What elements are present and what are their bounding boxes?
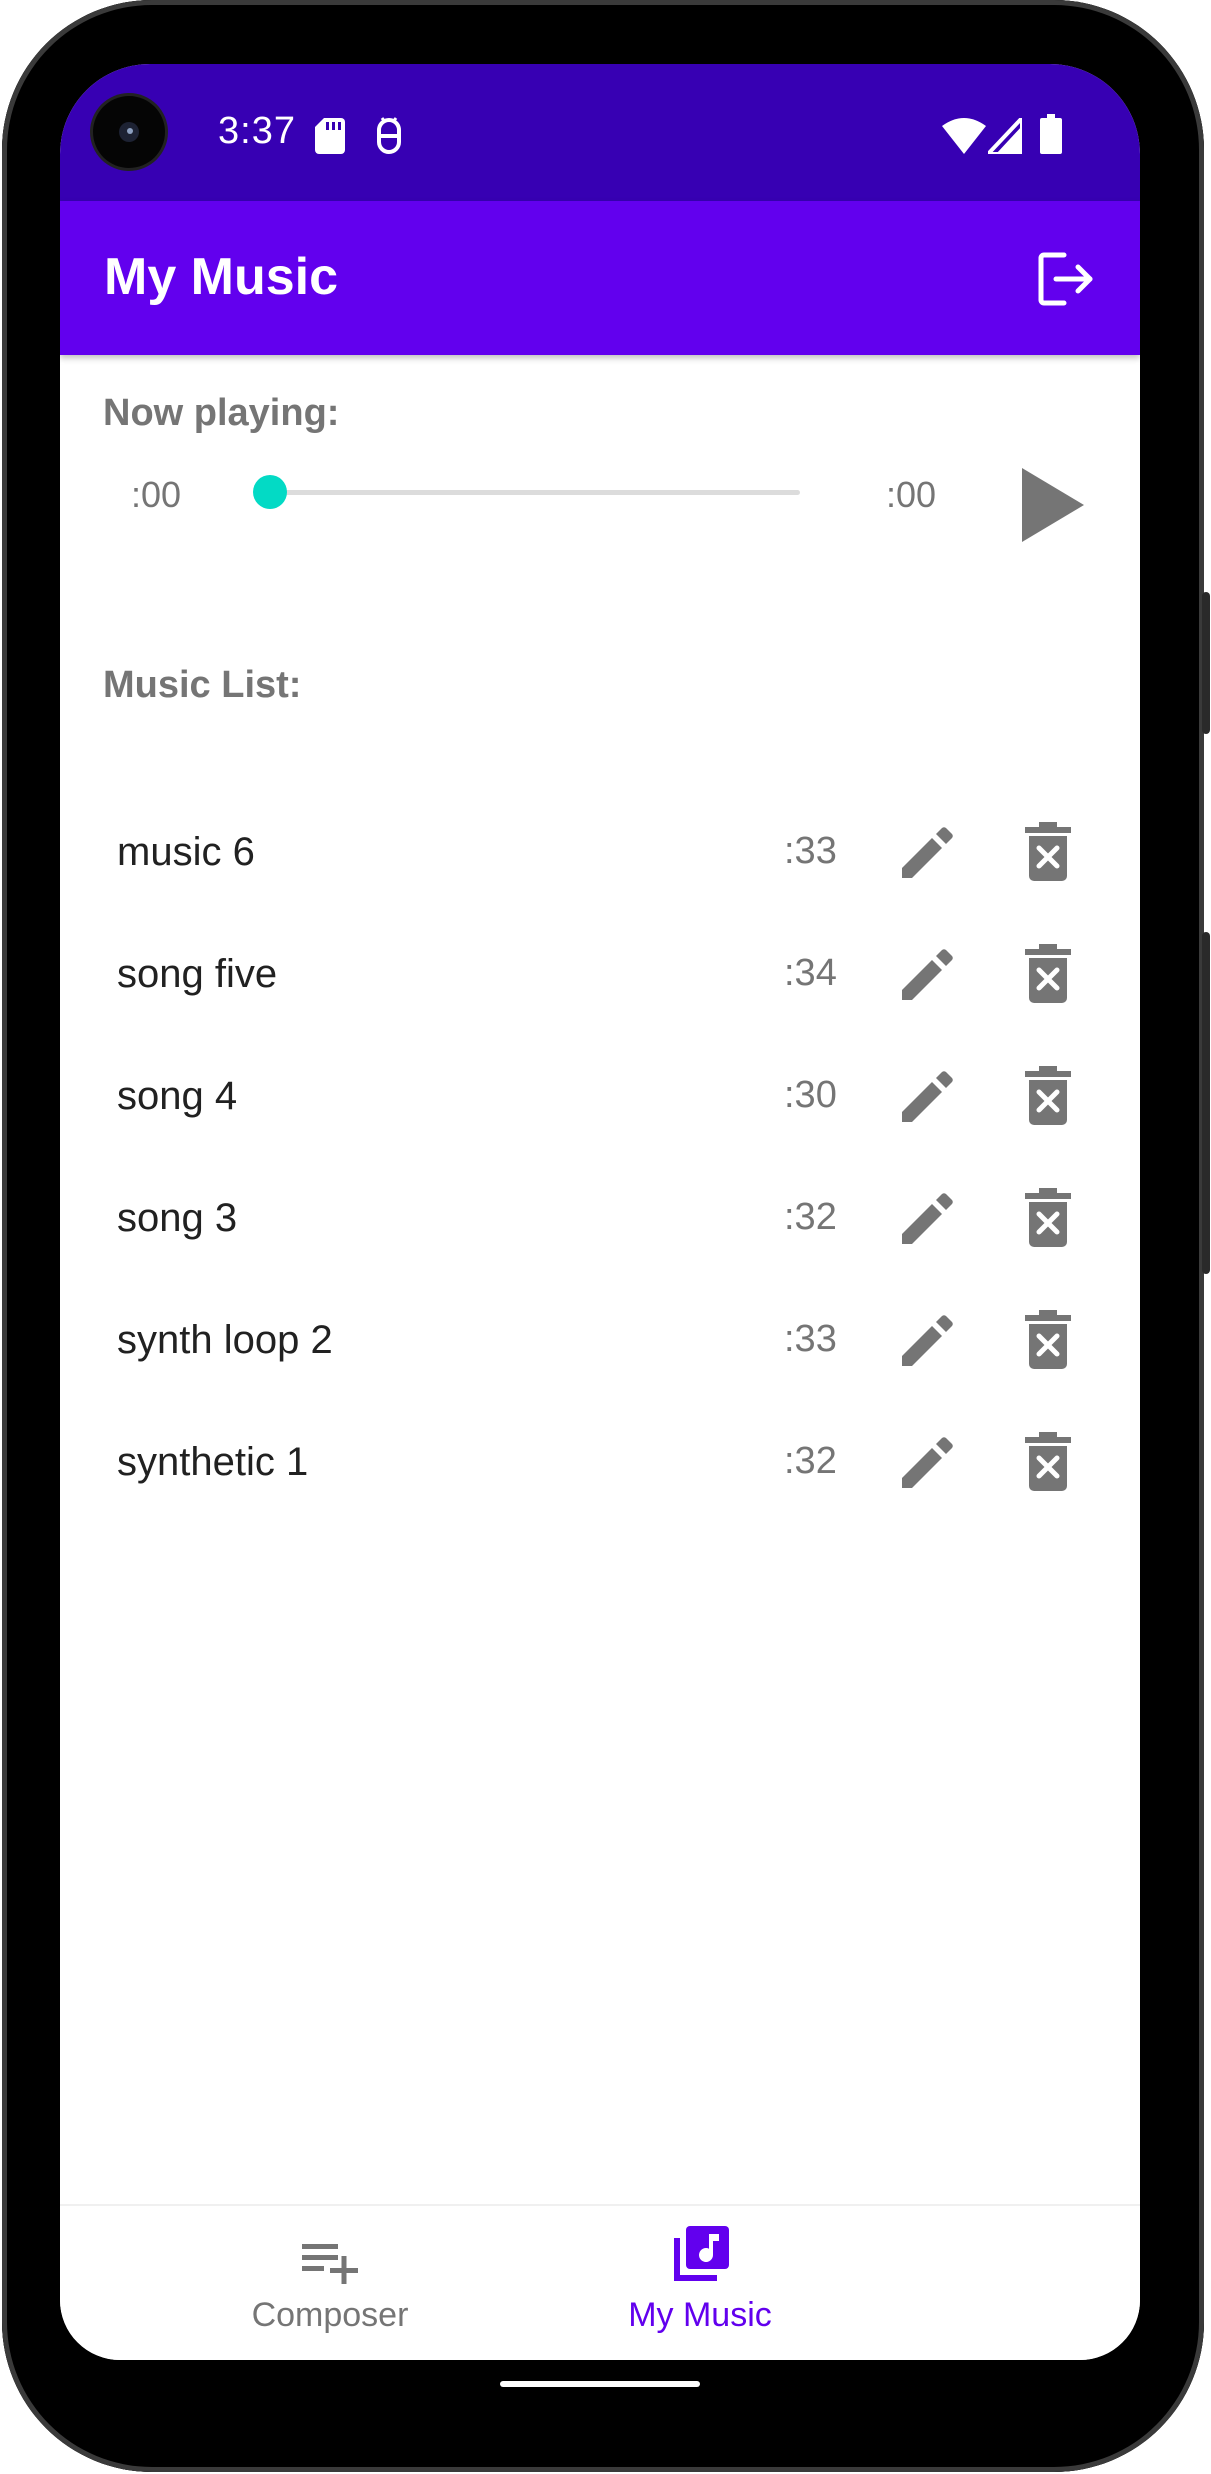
now-playing-label: Now playing:: [103, 392, 340, 434]
song-duration: :30: [784, 1074, 837, 1116]
song-duration: :33: [784, 1318, 837, 1360]
delete-icon: [1025, 944, 1071, 1003]
current-time: :00: [131, 474, 182, 515]
edit-button[interactable]: [898, 944, 958, 1004]
song-name: synth loop 2: [117, 1318, 333, 1362]
status-bar: 3:37: [60, 64, 1140, 201]
music-list-item[interactable]: synthetic 1 :32: [60, 1406, 1140, 1528]
delete-button[interactable]: [1023, 944, 1073, 1004]
page-title: My Music: [104, 248, 339, 306]
app-bar: My Music: [60, 201, 1140, 355]
nav-label-my-music: My Music: [628, 2296, 772, 2334]
status-time: 3:37: [218, 110, 296, 152]
music-list: music 6 :33 song five:34 song 4:30 son…: [60, 796, 1140, 1528]
seek-bar-thumb[interactable]: [253, 475, 287, 509]
edit-icon: [902, 1071, 953, 1122]
song-name: song 4: [117, 1074, 238, 1118]
signal-icon: [988, 118, 1022, 154]
playlist-add-icon: [302, 2244, 358, 2284]
delete-icon: [1025, 1066, 1071, 1125]
song-duration: :33: [784, 830, 837, 872]
delete-button[interactable]: [1023, 1310, 1073, 1370]
device-frame: 3:37 My Music Now playing::00:00 Music…: [0, 0, 1211, 2474]
nav-item-my-music[interactable]: My Music: [450, 2206, 990, 2360]
edit-button[interactable]: [898, 1188, 958, 1248]
edit-icon: [902, 1315, 953, 1366]
logout-icon: [1038, 252, 1093, 306]
power-button: [1202, 592, 1210, 734]
song-name: song 3: [117, 1196, 238, 1240]
total-time: :00: [886, 474, 937, 515]
edit-icon: [902, 949, 953, 1000]
edit-icon: [902, 827, 953, 878]
delete-icon: [1025, 822, 1071, 881]
song-name: song five: [117, 952, 278, 996]
play-button[interactable]: [1018, 464, 1088, 546]
edit-button[interactable]: [898, 822, 958, 882]
battery-icon: [1040, 114, 1062, 154]
song-name: music 6: [117, 830, 255, 874]
logout-button[interactable]: [1034, 247, 1098, 311]
delete-button[interactable]: [1023, 1432, 1073, 1492]
wifi-icon: [942, 118, 986, 154]
edit-icon: [902, 1437, 953, 1488]
music-list-item[interactable]: song 3 :32: [60, 1162, 1140, 1284]
play-icon: [1022, 468, 1084, 542]
music-list-item[interactable]: music 6 :33: [60, 796, 1140, 918]
screen: 3:37 My Music Now playing::00:00 Music…: [60, 64, 1140, 2360]
delete-button[interactable]: [1023, 822, 1073, 882]
library-music-icon: [674, 2226, 729, 2281]
delete-icon: [1025, 1188, 1071, 1247]
music-list-label: Music List:: [103, 664, 302, 706]
song-duration: :32: [784, 1440, 837, 1482]
debug-icon: [377, 117, 401, 154]
sd-card-icon: [315, 118, 345, 154]
song-duration: :34: [784, 952, 837, 994]
delete-icon: [1025, 1432, 1071, 1491]
edit-button[interactable]: [898, 1310, 958, 1370]
edit-button[interactable]: [898, 1066, 958, 1126]
bottom-navigation: Composer My Music: [60, 2204, 1140, 2360]
delete-button[interactable]: [1023, 1066, 1073, 1126]
song-name: synthetic 1: [117, 1440, 309, 1484]
edit-icon: [902, 1193, 953, 1244]
music-list-item[interactable]: song five :34: [60, 918, 1140, 1040]
delete-icon: [1025, 1310, 1071, 1369]
music-list-item[interactable]: synth loop 2 :33: [60, 1284, 1140, 1406]
front-camera: [93, 96, 165, 168]
edit-button[interactable]: [898, 1432, 958, 1492]
home-indicator: [500, 2381, 700, 2387]
delete-button[interactable]: [1023, 1188, 1073, 1248]
seek-bar[interactable]: [253, 475, 800, 509]
music-list-item[interactable]: song 4 :30: [60, 1040, 1140, 1162]
song-duration: :32: [784, 1196, 837, 1238]
volume-button: [1202, 932, 1210, 1274]
